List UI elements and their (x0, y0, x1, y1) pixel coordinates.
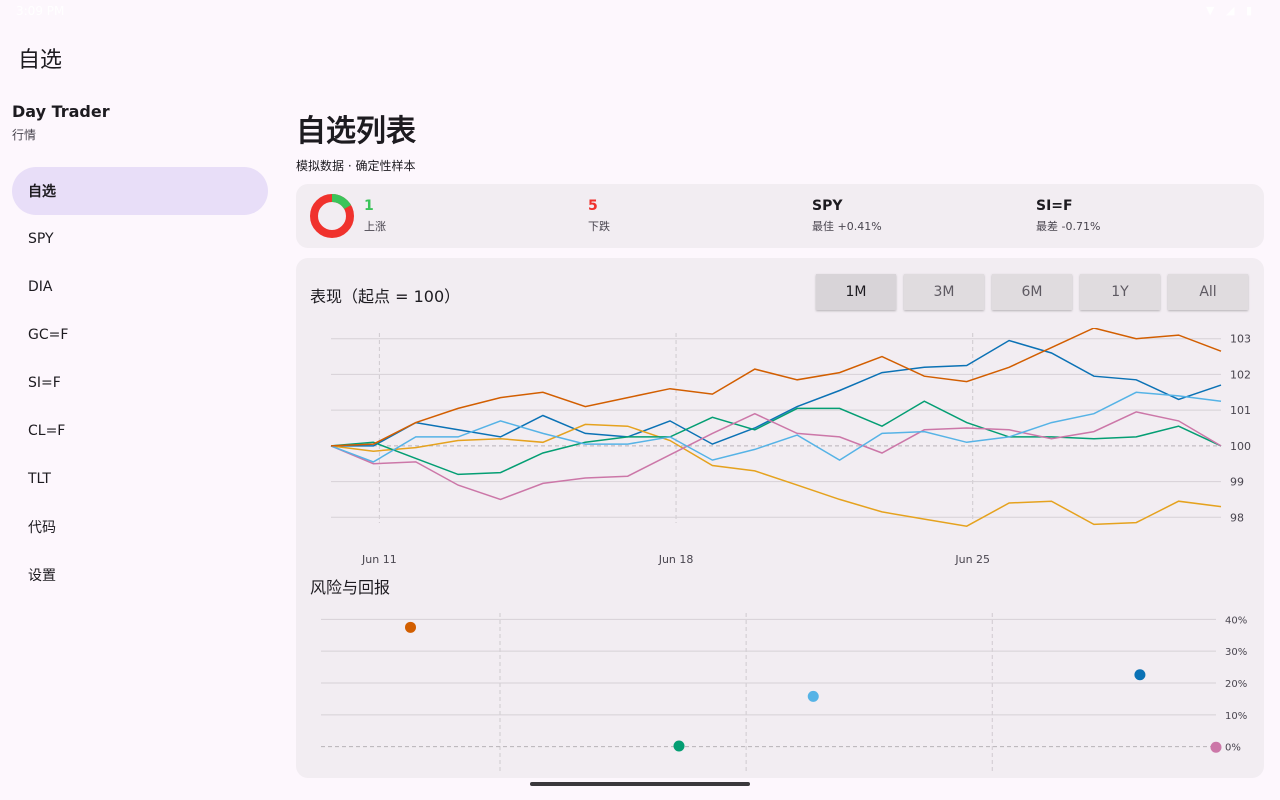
stat-best-label: 最佳 +0.41% (812, 220, 882, 233)
scatter-point (405, 621, 416, 633)
performance-title: 表现（起点 = 100） (310, 287, 461, 306)
range-selector: 1M 3M 6M 1Y All (816, 274, 1248, 310)
nav-item-tlt[interactable]: TLT (12, 455, 268, 503)
series-line-spy (331, 339, 1222, 447)
main-content: 自选列表 模拟数据 · 确定性样本 1 上涨 5 下跌 SPY 最佳 +0.41… (296, 100, 1264, 800)
brand-sub: 行情 (12, 128, 37, 142)
stat-up: 1 上涨 (364, 198, 386, 234)
y-tick-label: 20% (1225, 679, 1247, 690)
stat-worst: SI=F 最差 -0.71% (1036, 198, 1100, 234)
risk-return-scatter-chart: 0% 10% 20% 30% 40% (321, 613, 1247, 773)
scatter-point (807, 690, 819, 702)
page-subtitle: 模拟数据 · 确定性样本 (296, 159, 416, 173)
stat-up-value: 1 (364, 198, 374, 214)
scatter-point (1210, 741, 1222, 753)
status-icons: ▼ ◢ ▮ (1206, 4, 1256, 17)
range-3m-button[interactable]: 3M (904, 274, 984, 310)
x-tick-label: Jun 18 (658, 553, 694, 566)
brand: Day Trader 行情 (12, 102, 110, 143)
scatter-point (1134, 669, 1146, 681)
y-tick-label: 103 (1230, 333, 1251, 346)
nav-item-spy[interactable]: SPY (12, 215, 268, 263)
range-all-button[interactable]: All (1168, 274, 1248, 310)
nav-item-dia[interactable]: DIA (12, 263, 268, 311)
status-bar: 3:09 PM ▼ ◢ ▮ (0, 0, 1280, 24)
stat-worst-label: 最差 -0.71% (1036, 220, 1101, 233)
stat-best: SPY 最佳 +0.41% (812, 198, 882, 234)
y-tick-label: 30% (1225, 647, 1247, 658)
scatter-point (673, 740, 685, 752)
performance-card: 表现（起点 = 100） 1M 3M 6M 1Y All 98 99 100 101 1… (296, 258, 1264, 778)
nav-item-sif[interactable]: SI=F (12, 359, 268, 407)
y-tick-label: 100 (1230, 440, 1251, 453)
nav-item-settings[interactable]: 设置 (12, 551, 268, 599)
stat-down-label: 下跌 (588, 220, 610, 233)
series-line-sif (330, 411, 1222, 501)
nav-item-watchlist[interactable]: 自选 (12, 167, 268, 215)
series-line-clf (330, 391, 1222, 463)
brand-name: Day Trader (12, 102, 110, 121)
page-title: 自选列表 (296, 114, 416, 149)
y-tick-label: 102 (1230, 368, 1251, 381)
y-tick-label: 0% (1225, 743, 1241, 754)
y-tick-label: 99 (1230, 476, 1244, 489)
home-indicator[interactable] (530, 782, 750, 786)
nav-item-clf[interactable]: CL=F (12, 407, 268, 455)
sidebar: Day Trader 行情 自选 SPY DIA GC=F SI=F CL=F … (0, 90, 280, 800)
app-title: 自选 (18, 48, 63, 73)
up-down-donut (310, 194, 354, 238)
performance-line-chart: 9899100101102103Jun 11Jun 18Jun 25SPYDIA… (330, 328, 1251, 566)
stat-down: 5 下跌 (588, 198, 610, 234)
nav-item-tickers[interactable]: 代码 (12, 503, 268, 551)
range-1y-button[interactable]: 1Y (1080, 274, 1160, 310)
series-line-gcf (330, 400, 1222, 476)
range-1m-button[interactable]: 1M (816, 274, 896, 310)
y-tick-label: 101 (1230, 404, 1251, 417)
stat-best-symbol: SPY (812, 198, 843, 214)
y-tick-label: 10% (1225, 711, 1247, 722)
stat-worst-symbol: SI=F (1036, 198, 1073, 214)
nav-item-gcf[interactable]: GC=F (12, 311, 268, 359)
x-tick-label: Jun 25 (954, 553, 990, 566)
y-tick-label: 98 (1230, 511, 1244, 524)
range-6m-button[interactable]: 6M (992, 274, 1072, 310)
nav: 自选 SPY DIA GC=F SI=F CL=F TLT 代码 设置 (12, 167, 268, 599)
y-tick-label: 40% (1225, 615, 1247, 626)
x-tick-label: Jun 11 (361, 553, 397, 566)
status-time: 3:09 PM (16, 4, 65, 18)
stat-down-value: 5 (588, 198, 598, 214)
risk-return-title: 风险与回报 (310, 578, 391, 597)
series-line-tlt (330, 328, 1222, 447)
series-line-dia (330, 423, 1222, 527)
summary-card: 1 上涨 5 下跌 SPY 最佳 +0.41% SI=F 最差 -0.71% (296, 184, 1264, 248)
stat-up-label: 上涨 (364, 220, 386, 233)
